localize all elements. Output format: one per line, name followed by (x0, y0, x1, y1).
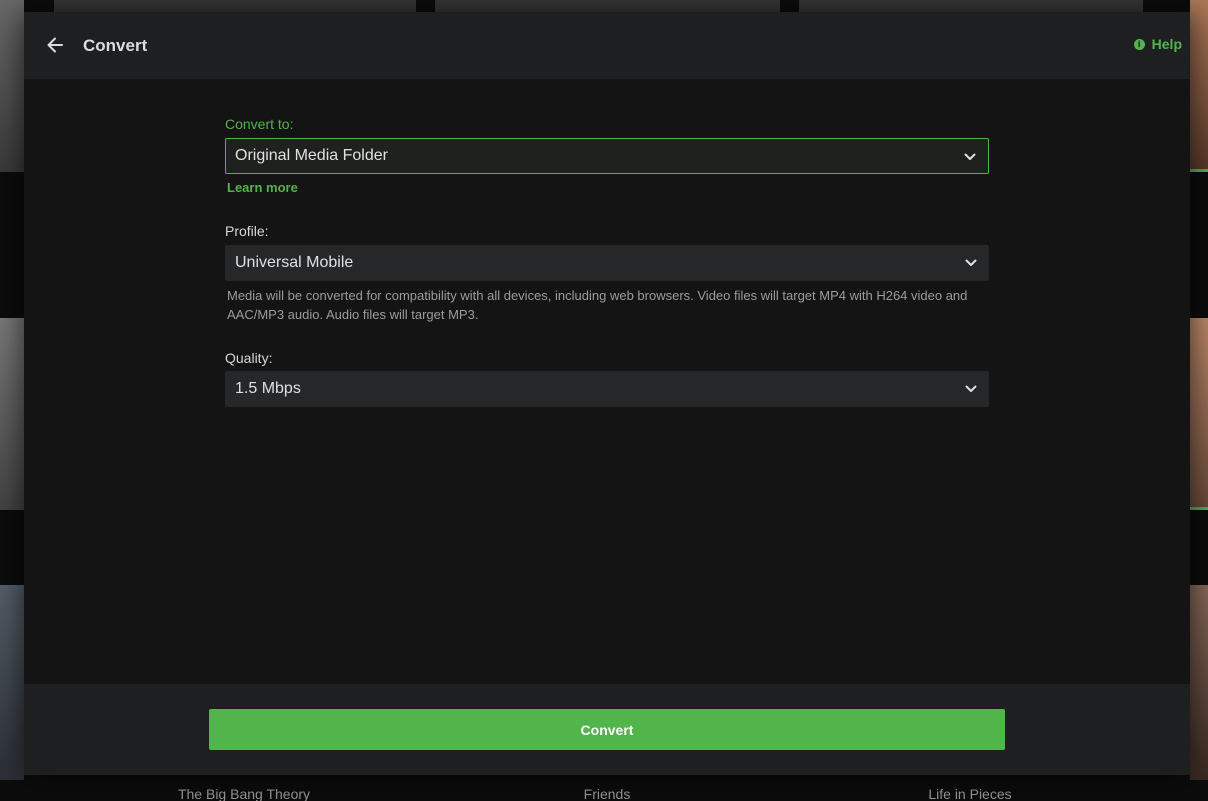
arrow-left-icon (47, 37, 63, 53)
profile-label: Profile: (225, 223, 269, 239)
quality-label: Quality: (225, 350, 273, 366)
back-button[interactable] (42, 32, 68, 58)
background-poster (54, 0, 416, 12)
background-caption: Friends (583, 786, 631, 801)
background-caption: Life in Pieces (928, 786, 1012, 801)
dialog-footer: Convert (24, 684, 1190, 775)
background-poster (799, 0, 1143, 12)
convert-to-value: Original Media Folder (235, 147, 388, 164)
background-poster (0, 585, 24, 780)
profile-description: Media will be converted for compatibilit… (227, 288, 968, 322)
background-poster (0, 0, 24, 172)
help-label: Help (1151, 36, 1182, 52)
quality-value: 1.5 Mbps (235, 380, 301, 397)
convert-button[interactable]: Convert (209, 709, 1005, 750)
background-poster (1190, 0, 1208, 172)
convert-dialog: Convert i Help Convert to: Original Medi… (24, 12, 1190, 775)
chevron-down-icon (964, 153, 976, 160)
help-button[interactable]: i Help (1133, 36, 1182, 52)
dialog-title: Convert (83, 36, 148, 55)
profile-value: Universal Mobile (235, 254, 354, 271)
convert-to-select[interactable]: Original Media Folder (225, 138, 989, 174)
background-poster (1190, 318, 1208, 510)
background-poster (1190, 585, 1208, 780)
quality-select[interactable]: 1.5 Mbps (225, 371, 989, 407)
info-icon: i (1133, 38, 1145, 50)
profile-select[interactable]: Universal Mobile (225, 245, 989, 281)
background-caption: The Big Bang Theory (177, 786, 311, 801)
convert-to-label: Convert to: (225, 116, 294, 132)
learn-more-link[interactable]: Learn more (227, 180, 298, 195)
dialog-header: Convert i Help (24, 12, 1190, 79)
chevron-down-icon (965, 259, 977, 266)
background-poster (435, 0, 780, 12)
background-poster (0, 318, 24, 510)
chevron-down-icon (965, 385, 977, 392)
